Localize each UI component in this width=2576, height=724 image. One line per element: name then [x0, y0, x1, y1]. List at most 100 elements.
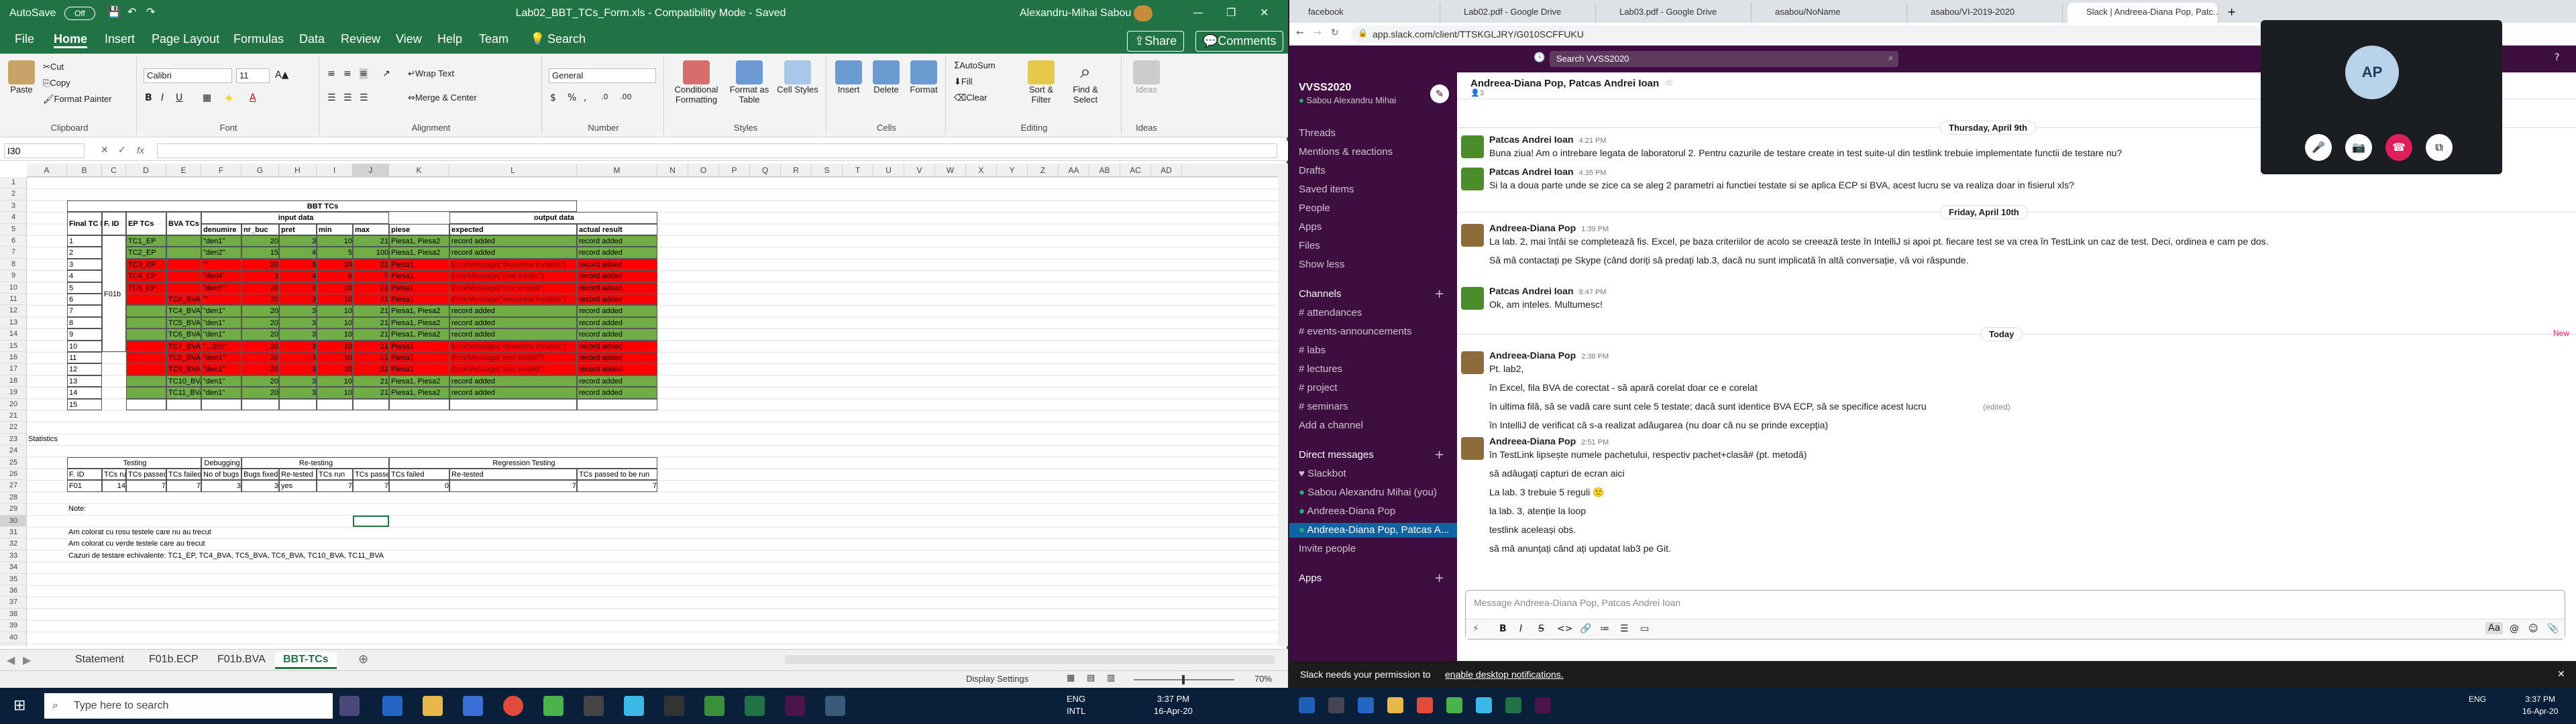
row-header[interactable]: 39	[0, 620, 27, 632]
max-cell[interactable]: 21	[353, 305, 389, 317]
stats-header[interactable]: TCs passed to be run	[577, 469, 657, 481]
find-select-button[interactable]: ⌕ Find & Select	[1065, 60, 1106, 105]
nr-buc-cell[interactable]: 20	[241, 316, 279, 329]
code-icon[interactable]: <>	[1557, 623, 1572, 634]
tab-team[interactable]: Team	[479, 32, 508, 46]
stats-header[interactable]: TCs passed	[126, 469, 166, 481]
pret-cell[interactable]: 4	[279, 247, 317, 259]
file-explorer-icon[interactable]	[1387, 697, 1403, 713]
column-label[interactable]: denumire	[201, 223, 241, 235]
row-header[interactable]: 24	[0, 445, 27, 457]
pret-cell[interactable]: 3	[279, 352, 317, 364]
min-cell[interactable]: 10	[317, 340, 353, 352]
emoji-icon[interactable]: ☺	[2528, 623, 2538, 634]
italic-format-icon[interactable]: I	[1519, 623, 1522, 634]
denumire-cell[interactable]: "den1"	[201, 387, 241, 399]
actual-cell[interactable]: record added	[577, 363, 657, 375]
font-size-select[interactable]: 11	[236, 68, 270, 83]
worksheet-grid[interactable]: A B C D E F G H I J K L M N O P Q R S T U V W X Y Z AA AB AC AD 12345…	[0, 164, 1278, 646]
pret-cell[interactable]: 3	[279, 294, 317, 306]
max-cell[interactable]: 21	[353, 328, 389, 341]
tc-number[interactable]: 10	[67, 340, 102, 352]
language-indicator[interactable]: ENG INTL	[1067, 693, 1085, 717]
row-header[interactable]: 4	[0, 212, 27, 224]
row-header[interactable]: 21	[0, 410, 27, 422]
note-line[interactable]: Am colorat cu verde testele care au trec…	[67, 538, 449, 550]
excel-icon[interactable]	[1505, 697, 1521, 713]
font-name-select[interactable]: Calibri	[144, 68, 232, 83]
header-ep[interactable]: EP TCs	[126, 212, 166, 235]
hang-up-icon[interactable]: ☎	[2385, 134, 2412, 161]
strike-icon[interactable]: S	[1538, 623, 1544, 634]
app-icon[interactable]	[704, 696, 724, 716]
input-data-header[interactable]: input data	[201, 212, 389, 224]
stats-header[interactable]: Bugs fixed	[241, 469, 279, 481]
day-label[interactable]: Friday, April 10th	[1940, 205, 2028, 219]
bva-cell[interactable]	[166, 270, 201, 282]
video-off-icon[interactable]: 📷	[2345, 134, 2372, 161]
ep-cell[interactable]: TC1_EP	[126, 235, 166, 247]
ep-cell[interactable]: TC3_EP	[126, 258, 166, 271]
max-cell[interactable]: 21	[353, 282, 389, 294]
row-header[interactable]: 27	[0, 480, 27, 492]
zoom-thumb[interactable]	[1182, 675, 1185, 684]
user-avatar[interactable]	[1134, 5, 1152, 21]
channel-item[interactable]: # lectures	[1299, 362, 1342, 377]
column-header[interactable]: K	[389, 164, 449, 177]
tc-number[interactable]: 9	[67, 328, 102, 341]
max-cell[interactable]: 21	[353, 235, 389, 247]
comments-button[interactable]: 💬 Comments	[1195, 31, 1284, 52]
orientation-icon[interactable]: ↗	[382, 68, 390, 79]
min-cell[interactable]: 5	[317, 247, 353, 259]
column-header[interactable]: O	[688, 164, 719, 177]
feature-id[interactable]: F01b	[102, 235, 126, 352]
page-layout-view-icon[interactable]: ▤	[1087, 673, 1095, 683]
stats-header[interactable]: TCs run	[102, 469, 126, 481]
note-line[interactable]: Cazuri de testare echivalente: TC1_EP, T…	[67, 550, 449, 562]
min-cell[interactable]: 10	[317, 258, 353, 271]
min-cell[interactable]: 10	[317, 328, 353, 341]
borders-icon[interactable]: ▦	[203, 93, 211, 103]
reload-icon[interactable]: ↻	[1331, 27, 1339, 38]
min-cell[interactable]: 10	[317, 294, 353, 306]
note-line[interactable]: Am colorat cu rosu testele care nu au tr…	[67, 527, 449, 538]
piese-cell[interactable]: Piesa1, Piesa2	[389, 316, 449, 329]
ideas-button[interactable]: Ideas	[1130, 60, 1163, 95]
font-color-icon[interactable]: A	[250, 93, 256, 103]
row-header[interactable]: 37	[0, 597, 27, 609]
header-fid[interactable]: F. ID	[102, 212, 126, 235]
stats-value[interactable]: yes	[279, 480, 317, 492]
ep-cell[interactable]	[126, 375, 166, 387]
column-label[interactable]: actual result	[577, 223, 657, 235]
browser-tab[interactable]: asabou/NoName	[1756, 3, 1907, 23]
retesting-header[interactable]: Re-testing	[241, 457, 389, 469]
sheet-prev-icon[interactable]: ◀	[7, 654, 15, 666]
denumire-cell[interactable]: "den1"	[201, 328, 241, 341]
sheet-tab-f01b-bva[interactable]: F01b.BVA	[209, 652, 274, 667]
ep-cell[interactable]	[126, 340, 166, 352]
app-icon[interactable]	[543, 696, 564, 716]
denumire-cell[interactable]: "den5"	[201, 282, 241, 294]
bva-cell[interactable]: TC8_BVA	[166, 352, 201, 364]
bva-cell[interactable]	[166, 247, 201, 259]
tab-view[interactable]: View	[396, 32, 422, 46]
column-header[interactable]: I	[317, 164, 353, 177]
bold-icon[interactable]: B	[145, 93, 152, 103]
browser-tab[interactable]: Slack | Andreea-Diana Pop, Patc...	[2068, 3, 2218, 23]
grow-font-icon[interactable]: A▲	[275, 70, 288, 80]
piese-cell[interactable]: Piesa1	[389, 352, 449, 364]
search-icon[interactable]	[1328, 697, 1344, 713]
message-composer[interactable]: Message Andreea-Diana Pop, Patcas Andrei…	[1465, 590, 2565, 640]
sidebar-nav-item[interactable]: People	[1299, 201, 1330, 216]
column-header[interactable]: AC	[1120, 164, 1151, 177]
expected-cell[interactable]: ErrorMessage("denumire invalida")	[449, 258, 577, 271]
denumire-cell[interactable]	[201, 398, 241, 410]
user-avatar[interactable]	[1461, 168, 1484, 190]
piese-cell[interactable]: Piesa1	[389, 282, 449, 294]
sheet-next-icon[interactable]: ▶	[23, 654, 31, 666]
conditional-formatting-button[interactable]: Conditional Formatting	[669, 60, 723, 105]
stats-header[interactable]: No of bugs	[201, 469, 241, 481]
nr-buc-cell[interactable]	[241, 398, 279, 410]
expected-cell[interactable]: ErrorMessage("denumire invalida")	[449, 294, 577, 306]
help-icon[interactable]: ?	[2555, 52, 2559, 63]
